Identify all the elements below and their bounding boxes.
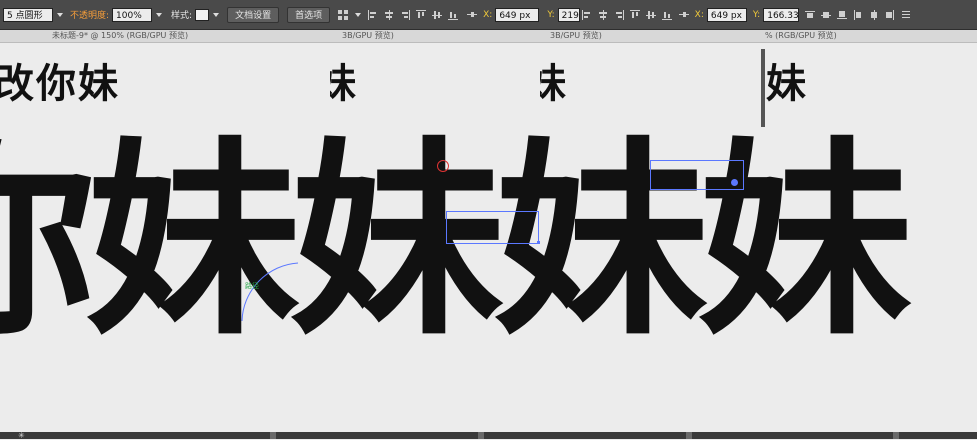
small-glyph-2[interactable]: 妹 [330,61,362,107]
align-right-icon-2[interactable] [614,9,624,20]
document-tab-strip: 未标题-9* @ 150% (RGB/GPU 预览) 3B/GPU 预览) 3B… [0,30,977,43]
y-label-2: Y: [752,9,761,20]
y-label: Y: [547,9,555,20]
opacity-input[interactable]: 100% [112,7,153,22]
smart-guide-label: 路径 [245,282,259,290]
distribute-left-icon[interactable] [853,9,863,20]
transform-dropdown-icon[interactable] [355,12,362,17]
scroll-marker-3[interactable] [686,432,692,439]
document-tab-4[interactable]: % (RGB/GPU 预览) [765,30,837,42]
scroll-marker-1[interactable] [270,432,276,439]
reference-point-icon-2[interactable] [678,10,689,20]
view-split-divider[interactable] [761,49,765,127]
align-left-icon-2[interactable] [581,9,592,20]
control-toolbar: 5 点圆形 不透明度: 100% 样式: 文档设置 首选项 X: 649 px … [0,0,977,30]
status-bar: ✳ [0,431,977,440]
document-setup-button[interactable]: 文档设置 [227,6,280,23]
align-center-icon-2[interactable] [598,9,608,20]
align-middle-icon[interactable] [432,10,443,20]
reference-point-icon[interactable] [467,10,478,20]
anchor-handle[interactable] [537,241,540,244]
artboard-canvas[interactable]: 改你妹 妹 妹 妹 你妹妹妹妹 路径 [0,43,977,432]
stroke-profile-select[interactable]: 5 点圆形 [3,7,53,22]
distribute-top-icon[interactable] [805,10,816,20]
x-label-2: X: [694,9,704,20]
distribute-bottom-icon[interactable] [837,10,848,20]
x-input-2[interactable]: 649 px [706,7,747,22]
distribute-middle-icon[interactable] [821,10,832,20]
align-right-icon[interactable] [400,9,411,20]
panel-menu-icon[interactable] [901,10,911,20]
document-tab-2[interactable]: 3B/GPU 预览) [342,30,394,42]
snap-point-indicator [437,160,449,172]
small-heading-text[interactable]: 改你妹 [0,61,120,107]
y-input[interactable]: 219 p [557,7,580,22]
align-top-icon[interactable] [416,9,427,20]
align-center-icon[interactable] [384,9,394,20]
align-bottom-icon-2[interactable] [661,10,672,20]
scroll-marker-4[interactable] [893,432,899,439]
stroke-profile-dropdown-icon[interactable] [57,12,63,17]
x-label: X: [483,9,493,20]
selected-anchor-point[interactable] [731,179,738,186]
align-left-icon[interactable] [368,9,378,20]
x-input[interactable]: 649 px [495,7,540,22]
opacity-dropdown-icon[interactable] [156,12,163,17]
opacity-label[interactable]: 不透明度: [70,8,109,21]
document-tab-1[interactable]: 未标题-9* @ 150% (RGB/GPU 预览) [52,30,188,42]
small-glyph-3[interactable]: 妹 [540,61,572,107]
y-input-2[interactable]: 166.333 [763,7,800,22]
style-dropdown-icon[interactable] [213,12,220,17]
align-top-icon-2[interactable] [629,9,640,20]
style-swatch[interactable] [195,8,210,21]
stroke-segment-bounds[interactable] [446,211,539,244]
preferences-button[interactable]: 首选项 [287,6,331,23]
transform-grid-icon[interactable] [338,9,349,20]
small-glyph-4[interactable]: 妹 [766,61,808,107]
align-middle-icon-2[interactable] [645,10,656,20]
selected-stroke-bounds[interactable] [650,160,744,190]
style-label: 样式: [171,11,193,21]
scroll-marker-2[interactable] [478,432,484,439]
document-tab-3[interactable]: 3B/GPU 预览) [550,30,602,42]
distribute-center-icon[interactable] [869,9,879,20]
distribute-right-icon[interactable] [885,9,895,20]
align-bottom-icon[interactable] [448,10,459,20]
